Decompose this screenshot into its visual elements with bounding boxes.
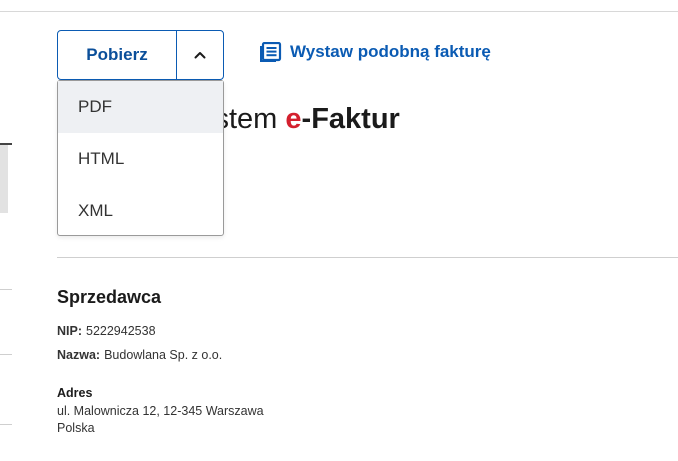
seller-nip: NIP: 5222942538 (57, 324, 156, 338)
similar-invoice-label: Wystaw podobną fakturę (290, 42, 491, 61)
background-page-edge (0, 0, 678, 461)
menu-item-html[interactable]: HTML (58, 133, 223, 185)
edge-tick (0, 424, 12, 425)
similar-invoice-link[interactable]: Wystaw podobną fakturę (260, 42, 491, 62)
document-list-icon (260, 42, 282, 62)
name-label: Nazwa: (57, 348, 101, 362)
title-e: e (285, 103, 302, 135)
download-button[interactable]: Pobierz (58, 31, 177, 79)
seller-name: Nazwa: Budowlana Sp. z o.o. (57, 348, 222, 362)
name-value: Budowlana Sp. z o.o. (104, 348, 223, 362)
address-country: Polska (57, 421, 95, 435)
download-menu-toggle[interactable] (177, 31, 223, 79)
chevron-up-icon (194, 52, 206, 59)
section-divider (57, 257, 678, 258)
download-format-menu: PDF HTML XML (57, 80, 224, 236)
download-split-button: Pobierz (57, 30, 224, 80)
seller-section-title: Sprzedawca (57, 287, 162, 307)
page-title: ystem e-Faktur (200, 103, 400, 136)
title-suffix: -Faktur (301, 103, 400, 135)
menu-item-pdf[interactable]: PDF (58, 81, 223, 133)
edge-block (0, 145, 8, 213)
edge-tick (0, 354, 12, 355)
address-title: Adres (57, 386, 93, 400)
edge-tick (0, 289, 12, 290)
top-divider (0, 11, 678, 12)
nip-label: NIP: (57, 324, 82, 338)
address-line: ul. Malownicza 12, 12-345 Warszawa (57, 404, 264, 418)
invoice-page: ystem e-Faktur Pobierz Wystaw podobną fa… (0, 0, 678, 461)
menu-item-xml[interactable]: XML (58, 185, 223, 237)
nip-value: 5222942538 (86, 324, 156, 338)
